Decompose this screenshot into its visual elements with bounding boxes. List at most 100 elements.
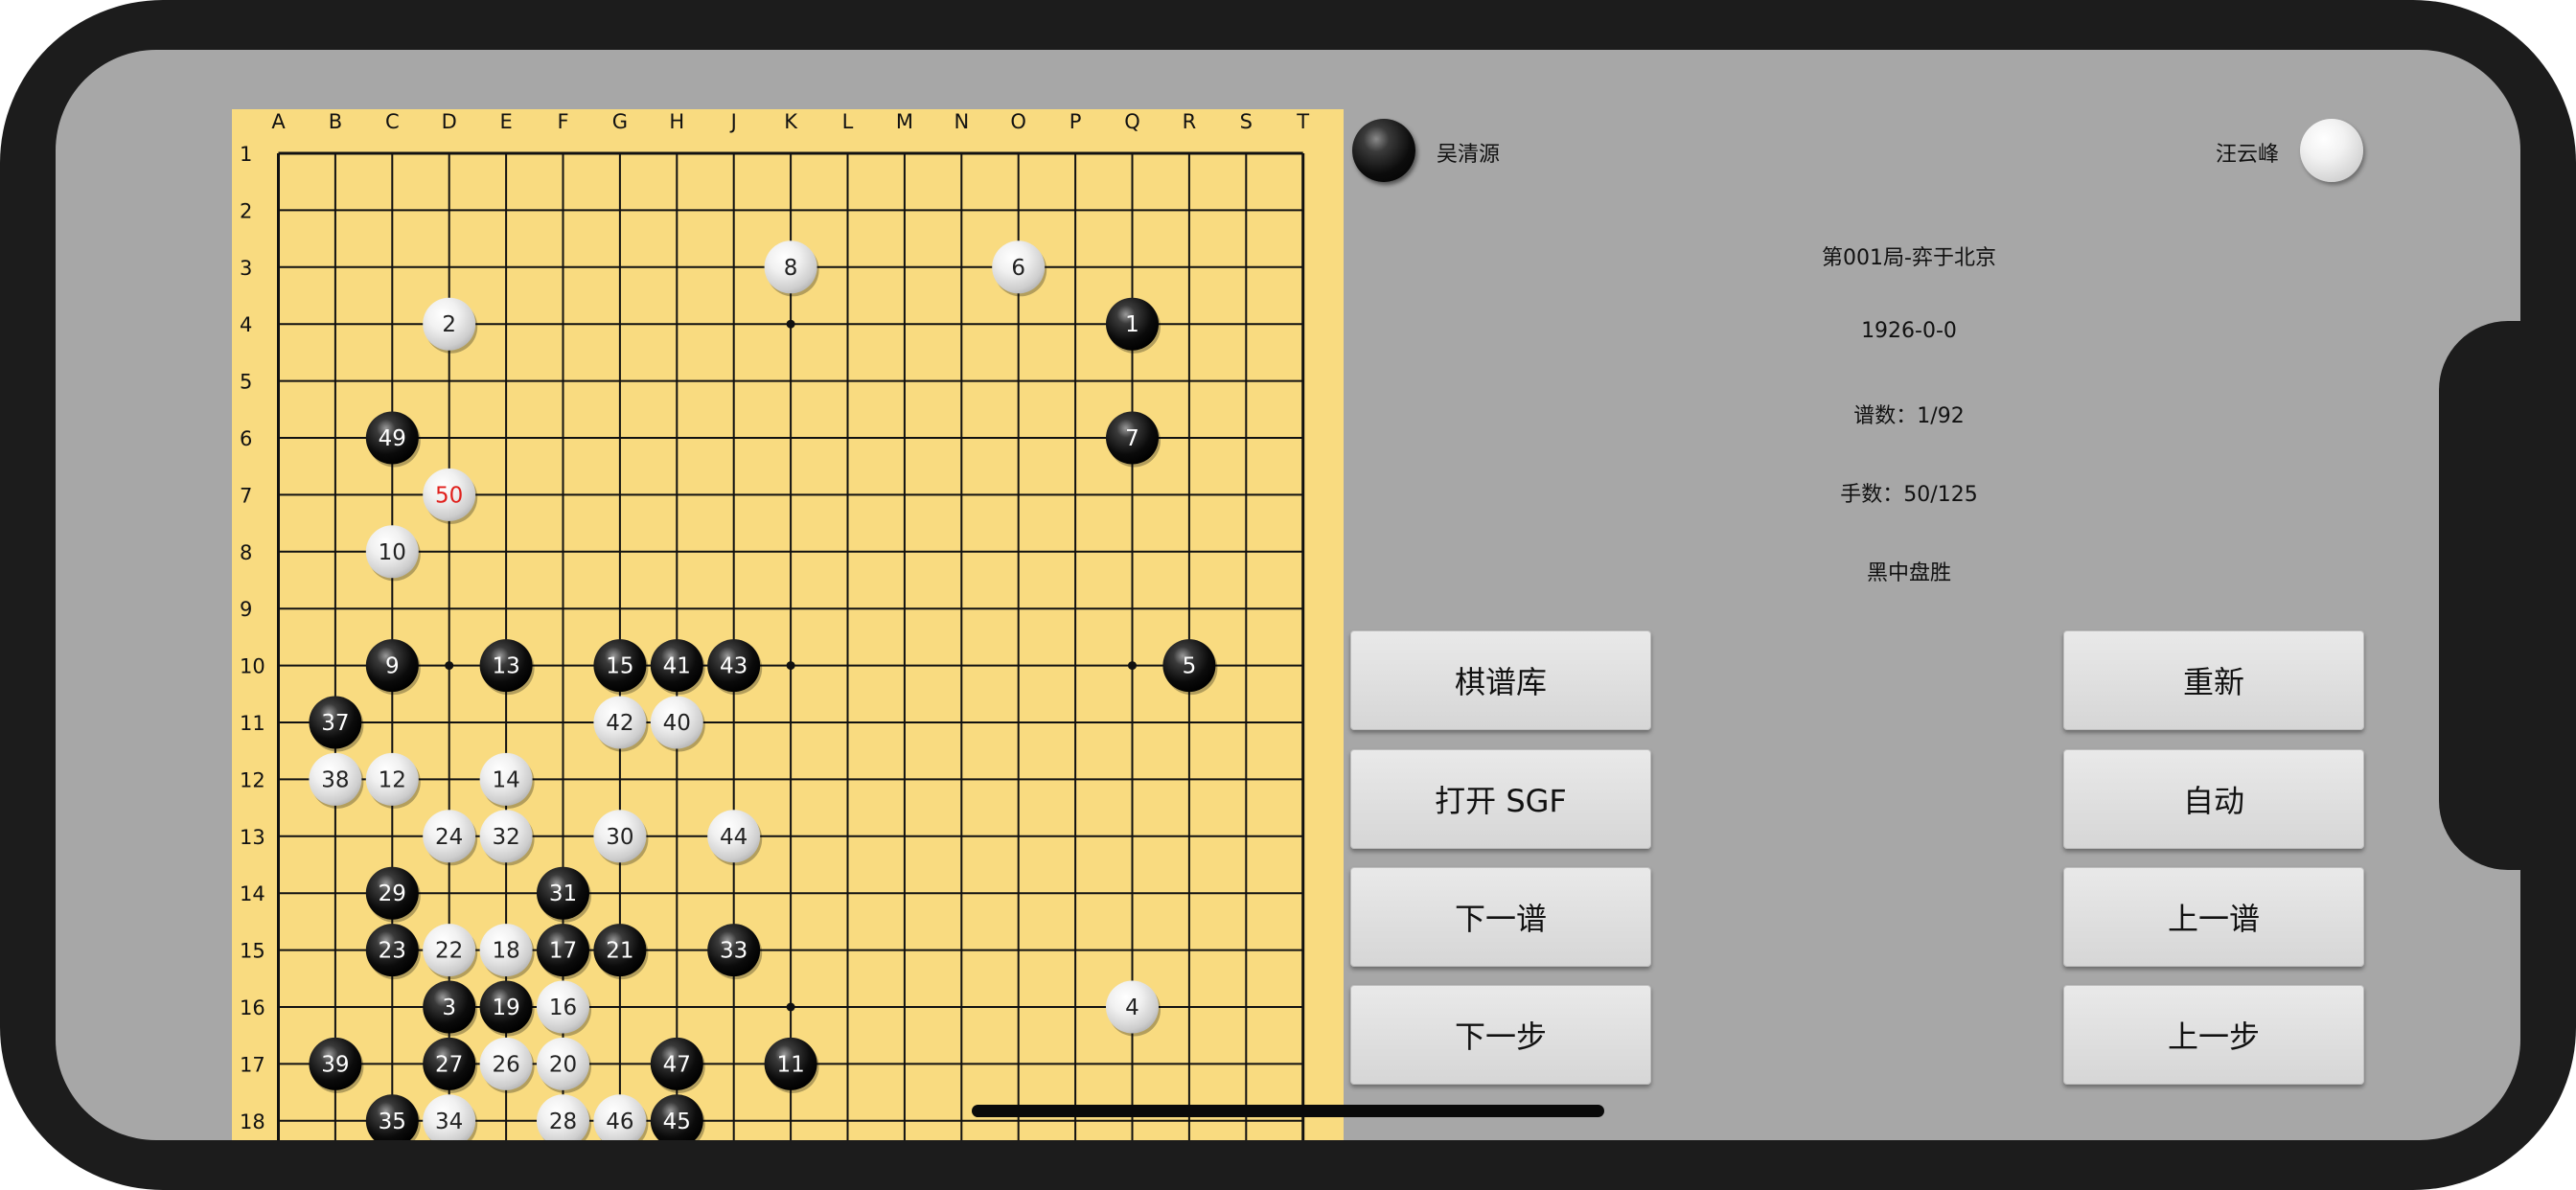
- stone-number: 6: [1011, 256, 1025, 281]
- next-record-button[interactable]: 下一谱: [1350, 867, 1651, 967]
- stone-white-22: 22: [423, 924, 478, 980]
- stone-white-26: 26: [479, 1037, 535, 1093]
- open-sgf-button[interactable]: 打开 SGF: [1350, 749, 1651, 849]
- prev-move-button[interactable]: 上一步: [2063, 985, 2364, 1085]
- stone-number: 18: [492, 939, 519, 964]
- column-label: Q: [1124, 110, 1140, 133]
- stone-black-27: 27: [423, 1037, 478, 1093]
- stone-number: 20: [549, 1052, 577, 1077]
- stone-number: 34: [435, 1110, 463, 1134]
- star-point: [445, 661, 454, 671]
- row-label: 11: [240, 712, 265, 735]
- stone-number: 14: [492, 767, 519, 792]
- column-label: G: [612, 110, 628, 133]
- stone-number: 50: [435, 483, 463, 508]
- restart-button[interactable]: 重新: [2063, 630, 2364, 730]
- stone-white-10: 10: [365, 525, 421, 582]
- stone-white-16: 16: [537, 980, 591, 1037]
- stone-number: 11: [776, 1052, 804, 1077]
- stone-black-7: 7: [1106, 411, 1161, 468]
- stone-number: 46: [606, 1110, 633, 1134]
- home-indicator[interactable]: [972, 1105, 1604, 1117]
- stone-number: 9: [385, 654, 400, 679]
- stone-white-12: 12: [365, 752, 421, 809]
- stone-white-14: 14: [479, 752, 535, 809]
- row-label: 18: [240, 1110, 265, 1133]
- black-player-name: 吴清源: [1437, 143, 1501, 167]
- stone-white-32: 32: [479, 810, 535, 866]
- column-label: B: [329, 110, 342, 133]
- row-label: 3: [240, 257, 252, 280]
- stone-number: 23: [379, 939, 406, 964]
- stone-number: 7: [1125, 426, 1139, 451]
- record-count: 谱数：1/92: [1853, 404, 1965, 428]
- stone-black-23: 23: [365, 924, 421, 980]
- stone-number: 32: [492, 825, 519, 850]
- white-player-name: 汪云峰: [2216, 143, 2280, 167]
- column-label: E: [499, 110, 512, 133]
- stone-number: 29: [379, 881, 406, 906]
- stone-number: 21: [606, 939, 633, 964]
- row-label: 5: [240, 371, 252, 394]
- stone-number: 43: [720, 654, 748, 679]
- stone-number: 5: [1183, 654, 1197, 679]
- row-label: 9: [240, 598, 252, 621]
- game-title: 第001局-弈于北京: [1822, 246, 1996, 270]
- stone-white-8: 8: [764, 240, 819, 297]
- stone-black-3: 3: [423, 980, 478, 1037]
- stone-white-50: 50: [423, 468, 478, 524]
- row-label: 14: [240, 882, 265, 905]
- star-point: [786, 319, 795, 329]
- stone-number: 37: [321, 711, 349, 736]
- column-label: J: [729, 110, 737, 133]
- library-button[interactable]: 棋谱库: [1350, 630, 1651, 730]
- star-point: [1128, 661, 1137, 671]
- stone-number: 3: [442, 995, 456, 1020]
- stone-white-34: 34: [423, 1094, 478, 1140]
- row-label: 2: [240, 199, 252, 222]
- stone-number: 26: [492, 1052, 519, 1077]
- stone-black-33: 33: [707, 924, 763, 980]
- stone-number: 10: [379, 540, 406, 565]
- go-board[interactable]: A B C D E F G H J K L M N O P Q R S T 1 2 3 4 5 6 7 8 9 10 11 12 13 14 15…: [232, 109, 1344, 1140]
- stone-number: 44: [720, 825, 748, 850]
- stone-black-5: 5: [1162, 639, 1218, 696]
- stone-black-13: 13: [479, 639, 535, 696]
- black-player-stone: [1352, 119, 1415, 182]
- next-move-button[interactable]: 下一步: [1350, 985, 1651, 1085]
- row-label: 13: [240, 826, 265, 849]
- column-label: T: [1296, 110, 1309, 133]
- stone-white-18: 18: [479, 924, 535, 980]
- stone-white-28: 28: [537, 1094, 591, 1140]
- stone-black-19: 19: [479, 980, 535, 1037]
- stone-number: 30: [606, 825, 633, 850]
- stone-black-45: 45: [650, 1094, 705, 1140]
- stone-number: 47: [663, 1052, 691, 1077]
- stone-number: 39: [321, 1052, 349, 1077]
- stone-number: 42: [606, 711, 633, 736]
- row-label: 10: [240, 655, 265, 678]
- stone-white-46: 46: [593, 1094, 649, 1140]
- column-label: M: [896, 110, 913, 133]
- game-date: 1926-0-0: [1861, 319, 1957, 343]
- stone-black-17: 17: [537, 924, 591, 980]
- stone-number: 2: [442, 312, 456, 337]
- stone-white-40: 40: [650, 696, 705, 752]
- stone-white-20: 20: [537, 1037, 591, 1093]
- stone-number: 49: [379, 426, 406, 451]
- stone-number: 27: [435, 1052, 463, 1077]
- stone-number: 22: [435, 939, 463, 964]
- stone-black-49: 49: [365, 411, 421, 468]
- go-board-canvas[interactable]: A B C D E F G H J K L M N O P Q R S T123456789101112131415…: [232, 109, 1344, 1140]
- stone-number: 8: [784, 256, 798, 281]
- stone-number: 41: [663, 654, 691, 679]
- stone-white-24: 24: [423, 810, 478, 866]
- phone-frame: A B C D E F G H J K L M N O P Q R S T 1 2 3 4 5 6 7 8 9 10 11 12 13 14 15…: [0, 0, 2576, 1190]
- stone-number: 31: [549, 881, 577, 906]
- column-label: N: [954, 110, 969, 133]
- stone-number: 28: [549, 1110, 577, 1134]
- stone-black-15: 15: [593, 639, 649, 696]
- auto-play-button[interactable]: 自动: [2063, 749, 2364, 849]
- prev-record-button[interactable]: 上一谱: [2063, 867, 2364, 967]
- star-point: [786, 661, 795, 671]
